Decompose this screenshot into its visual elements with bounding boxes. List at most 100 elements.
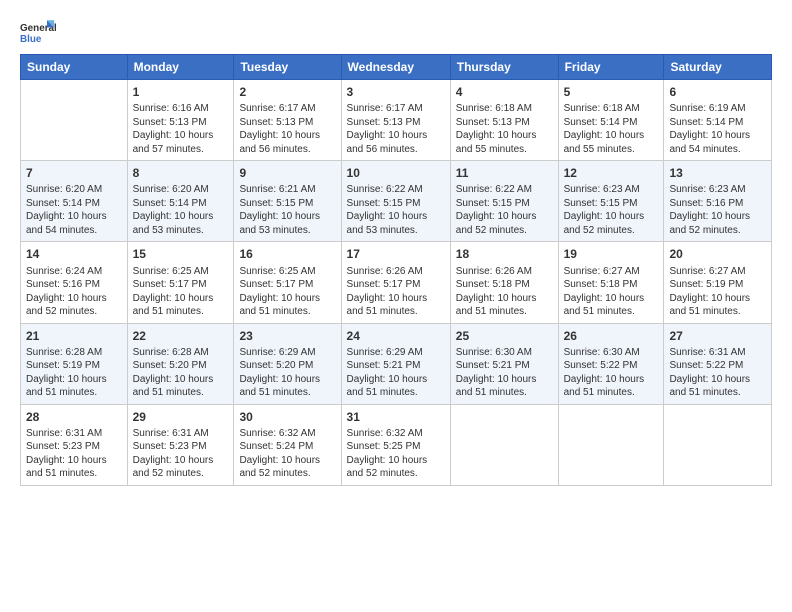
day-number: 19 — [564, 246, 659, 262]
day-number: 11 — [456, 165, 553, 181]
cell-info: Sunrise: 6:16 AM Sunset: 5:13 PM Dayligh… — [133, 102, 229, 156]
calendar-cell: 13 Sunrise: 6:23 AM Sunset: 5:16 PM Dayli… — [664, 161, 772, 242]
calendar-cell: 28 Sunrise: 6:31 AM Sunset: 5:23 PM Dayli… — [21, 404, 128, 485]
weekday-header-thursday: Thursday — [450, 55, 558, 80]
calendar-cell: 21Sunrise: 6:28 AM Sunset: 5:19 PM Dayli… — [21, 323, 128, 404]
day-number: 18 — [456, 246, 553, 262]
calendar-table: SundayMondayTuesdayWednesdayThursdayFrid… — [20, 54, 772, 486]
day-number: 14 — [26, 246, 122, 262]
day-number: 7 — [26, 165, 122, 181]
weekday-header-tuesday: Tuesday — [234, 55, 341, 80]
cell-info: Sunrise: 6:28 AM Sunset: 5:19 PM Dayligh… — [26, 346, 122, 400]
header-row: General Blue — [20, 18, 772, 46]
cell-info: Sunrise: 6:22 AM Sunset: 5:15 PM Dayligh… — [347, 183, 445, 237]
day-number: 2 — [239, 84, 335, 100]
calendar-cell: 5Sunrise: 6:18 AM Sunset: 5:14 PM Daylig… — [558, 80, 664, 161]
cell-info: Sunrise: 6:18 AM Sunset: 5:13 PM Dayligh… — [456, 102, 553, 156]
cell-info: Sunrise: 6:29 AM Sunset: 5:20 PM Dayligh… — [239, 346, 335, 400]
calendar-cell: 22Sunrise: 6:28 AM Sunset: 5:20 PM Dayli… — [127, 323, 234, 404]
calendar-cell: 12Sunrise: 6:23 AM Sunset: 5:15 PM Dayli… — [558, 161, 664, 242]
day-number: 24 — [347, 328, 445, 344]
calendar-week-1: 1 Sunrise: 6:16 AM Sunset: 5:13 PM Daylig… — [21, 80, 772, 161]
day-number: 9 — [239, 165, 335, 181]
day-number: 27 — [669, 328, 766, 344]
calendar-cell: 1 Sunrise: 6:16 AM Sunset: 5:13 PM Daylig… — [127, 80, 234, 161]
day-number: 5 — [564, 84, 659, 100]
calendar-cell: 24 Sunrise: 6:29 AM Sunset: 5:21 PM Dayli… — [341, 323, 450, 404]
day-number: 28 — [26, 409, 122, 425]
calendar-cell — [664, 404, 772, 485]
day-number: 17 — [347, 246, 445, 262]
cell-info: Sunrise: 6:28 AM Sunset: 5:20 PM Dayligh… — [133, 346, 229, 400]
calendar-week-4: 21Sunrise: 6:28 AM Sunset: 5:19 PM Dayli… — [21, 323, 772, 404]
day-number: 31 — [347, 409, 445, 425]
calendar-cell: 3 Sunrise: 6:17 AM Sunset: 5:13 PM Daylig… — [341, 80, 450, 161]
cell-info: Sunrise: 6:22 AM Sunset: 5:15 PM Dayligh… — [456, 183, 553, 237]
day-number: 8 — [133, 165, 229, 181]
day-number: 30 — [239, 409, 335, 425]
logo-icon: General Blue — [20, 18, 56, 46]
cell-info: Sunrise: 6:17 AM Sunset: 5:13 PM Dayligh… — [347, 102, 445, 156]
calendar-cell: 9 Sunrise: 6:21 AM Sunset: 5:15 PM Daylig… — [234, 161, 341, 242]
day-number: 16 — [239, 246, 335, 262]
calendar-week-2: 7 Sunrise: 6:20 AM Sunset: 5:14 PM Daylig… — [21, 161, 772, 242]
calendar-cell: 29Sunrise: 6:31 AM Sunset: 5:23 PM Dayli… — [127, 404, 234, 485]
cell-info: Sunrise: 6:20 AM Sunset: 5:14 PM Dayligh… — [133, 183, 229, 237]
page-container: General Blue SundayMondayTuesdayWednesda… — [0, 0, 792, 496]
calendar-cell: 7 Sunrise: 6:20 AM Sunset: 5:14 PM Daylig… — [21, 161, 128, 242]
cell-info: Sunrise: 6:26 AM Sunset: 5:18 PM Dayligh… — [456, 265, 553, 319]
calendar-cell: 15Sunrise: 6:25 AM Sunset: 5:17 PM Dayli… — [127, 242, 234, 323]
cell-info: Sunrise: 6:30 AM Sunset: 5:21 PM Dayligh… — [456, 346, 553, 400]
cell-info: Sunrise: 6:23 AM Sunset: 5:16 PM Dayligh… — [669, 183, 766, 237]
day-number: 26 — [564, 328, 659, 344]
cell-info: Sunrise: 6:29 AM Sunset: 5:21 PM Dayligh… — [347, 346, 445, 400]
calendar-cell: 25Sunrise: 6:30 AM Sunset: 5:21 PM Dayli… — [450, 323, 558, 404]
cell-info: Sunrise: 6:19 AM Sunset: 5:14 PM Dayligh… — [669, 102, 766, 156]
calendar-cell: 30 Sunrise: 6:32 AM Sunset: 5:24 PM Dayli… — [234, 404, 341, 485]
calendar-cell: 20 Sunrise: 6:27 AM Sunset: 5:19 PM Dayli… — [664, 242, 772, 323]
calendar-cell: 27 Sunrise: 6:31 AM Sunset: 5:22 PM Dayli… — [664, 323, 772, 404]
cell-info: Sunrise: 6:31 AM Sunset: 5:22 PM Dayligh… — [669, 346, 766, 400]
day-number: 3 — [347, 84, 445, 100]
day-number: 23 — [239, 328, 335, 344]
cell-info: Sunrise: 6:32 AM Sunset: 5:25 PM Dayligh… — [347, 427, 445, 481]
cell-info: Sunrise: 6:21 AM Sunset: 5:15 PM Dayligh… — [239, 183, 335, 237]
cell-info: Sunrise: 6:27 AM Sunset: 5:19 PM Dayligh… — [669, 265, 766, 319]
calendar-cell: 4 Sunrise: 6:18 AM Sunset: 5:13 PM Daylig… — [450, 80, 558, 161]
day-number: 4 — [456, 84, 553, 100]
cell-info: Sunrise: 6:20 AM Sunset: 5:14 PM Dayligh… — [26, 183, 122, 237]
day-number: 6 — [669, 84, 766, 100]
weekday-header-sunday: Sunday — [21, 55, 128, 80]
calendar-cell: 8 Sunrise: 6:20 AM Sunset: 5:14 PM Daylig… — [127, 161, 234, 242]
calendar-cell: 10Sunrise: 6:22 AM Sunset: 5:15 PM Dayli… — [341, 161, 450, 242]
day-number: 29 — [133, 409, 229, 425]
calendar-cell: 11 Sunrise: 6:22 AM Sunset: 5:15 PM Dayli… — [450, 161, 558, 242]
cell-info: Sunrise: 6:24 AM Sunset: 5:16 PM Dayligh… — [26, 265, 122, 319]
cell-info: Sunrise: 6:26 AM Sunset: 5:17 PM Dayligh… — [347, 265, 445, 319]
calendar-cell: 31 Sunrise: 6:32 AM Sunset: 5:25 PM Dayli… — [341, 404, 450, 485]
cell-info: Sunrise: 6:32 AM Sunset: 5:24 PM Dayligh… — [239, 427, 335, 481]
calendar-cell — [21, 80, 128, 161]
day-number: 20 — [669, 246, 766, 262]
calendar-cell: 18 Sunrise: 6:26 AM Sunset: 5:18 PM Dayli… — [450, 242, 558, 323]
calendar-cell: 26Sunrise: 6:30 AM Sunset: 5:22 PM Dayli… — [558, 323, 664, 404]
weekday-header-wednesday: Wednesday — [341, 55, 450, 80]
calendar-cell: 16 Sunrise: 6:25 AM Sunset: 5:17 PM Dayli… — [234, 242, 341, 323]
calendar-cell: 2Sunrise: 6:17 AM Sunset: 5:13 PM Daylig… — [234, 80, 341, 161]
calendar-cell: 17 Sunrise: 6:26 AM Sunset: 5:17 PM Dayli… — [341, 242, 450, 323]
day-number: 13 — [669, 165, 766, 181]
calendar-cell — [558, 404, 664, 485]
cell-info: Sunrise: 6:25 AM Sunset: 5:17 PM Dayligh… — [133, 265, 229, 319]
calendar-cell — [450, 404, 558, 485]
weekday-header-row: SundayMondayTuesdayWednesdayThursdayFrid… — [21, 55, 772, 80]
calendar-week-5: 28 Sunrise: 6:31 AM Sunset: 5:23 PM Dayli… — [21, 404, 772, 485]
calendar-week-3: 14 Sunrise: 6:24 AM Sunset: 5:16 PM Dayli… — [21, 242, 772, 323]
cell-info: Sunrise: 6:31 AM Sunset: 5:23 PM Dayligh… — [26, 427, 122, 481]
day-number: 1 — [133, 84, 229, 100]
calendar-cell: 19 Sunrise: 6:27 AM Sunset: 5:18 PM Dayli… — [558, 242, 664, 323]
calendar-cell: 23 Sunrise: 6:29 AM Sunset: 5:20 PM Dayli… — [234, 323, 341, 404]
cell-info: Sunrise: 6:27 AM Sunset: 5:18 PM Dayligh… — [564, 265, 659, 319]
calendar-cell: 14 Sunrise: 6:24 AM Sunset: 5:16 PM Dayli… — [21, 242, 128, 323]
cell-info: Sunrise: 6:23 AM Sunset: 5:15 PM Dayligh… — [564, 183, 659, 237]
cell-info: Sunrise: 6:25 AM Sunset: 5:17 PM Dayligh… — [239, 265, 335, 319]
